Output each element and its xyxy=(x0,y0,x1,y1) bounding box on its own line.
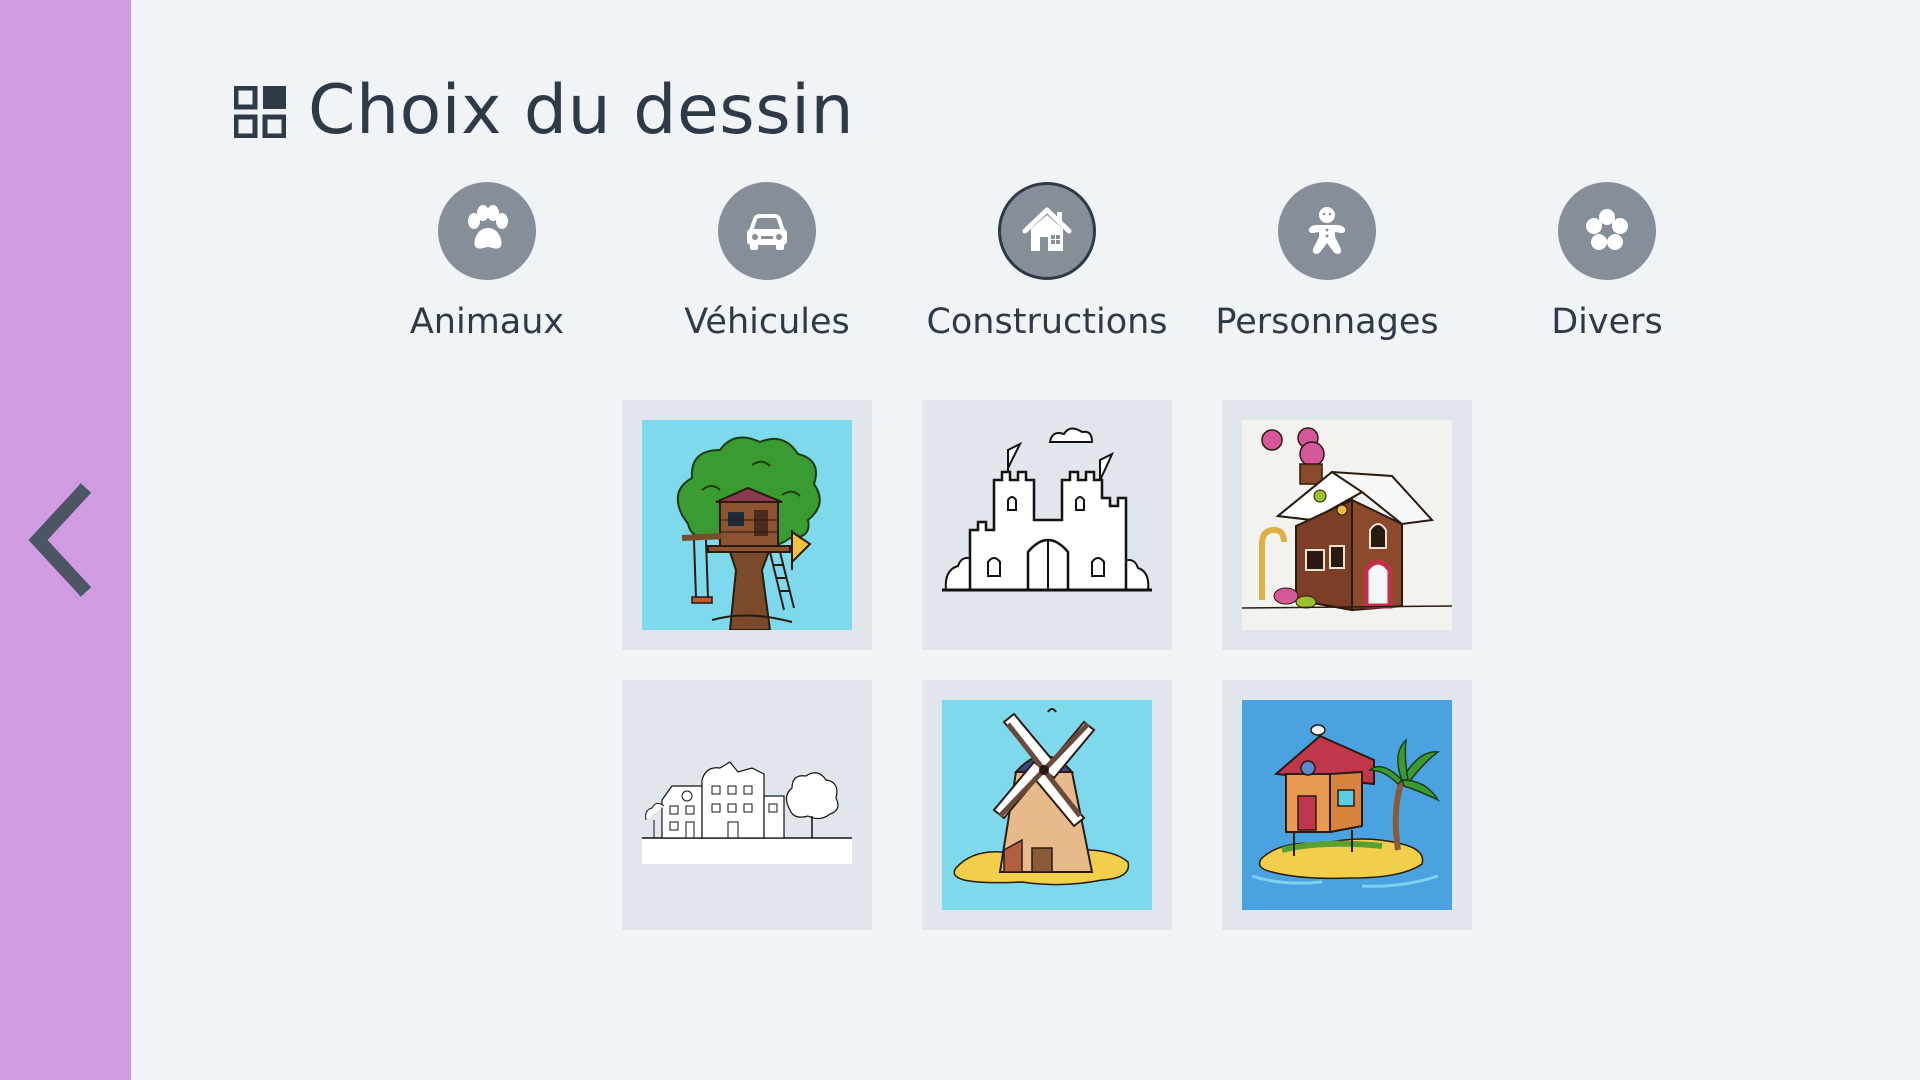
grid-view-icon xyxy=(234,86,286,138)
category-label: Animaux xyxy=(409,302,565,342)
castle-thumbnail xyxy=(942,420,1152,630)
drawing-tile-castle[interactable] xyxy=(922,400,1172,650)
gingerbread-man-icon xyxy=(1308,207,1346,254)
drawing-tile-island-house[interactable] xyxy=(1222,680,1472,930)
drawing-tile-gingerbread-house[interactable] xyxy=(1222,400,1472,650)
category-label: Véhicules xyxy=(684,302,850,342)
category-label: Constructions xyxy=(926,302,1168,342)
category-animaux[interactable]: Animaux xyxy=(357,182,617,342)
drawing-tile-townhouses[interactable] xyxy=(622,680,872,930)
category-icon-circle xyxy=(718,182,816,280)
townhouses-thumbnail xyxy=(642,700,852,910)
category-divers[interactable]: Divers xyxy=(1477,182,1737,342)
drawing-grid xyxy=(622,400,1472,930)
treehouse-thumbnail xyxy=(642,420,852,630)
category-bar: Animaux Véhicules Constructions Personna… xyxy=(0,182,1920,352)
sidebar xyxy=(0,0,131,1080)
drawing-tile-windmill[interactable] xyxy=(922,680,1172,930)
category-vehicules[interactable]: Véhicules xyxy=(637,182,897,342)
category-icon-circle xyxy=(1278,182,1376,280)
gingerbread-house-thumbnail xyxy=(1242,420,1452,630)
category-label: Divers xyxy=(1551,302,1663,342)
page-title: Choix du dessin xyxy=(308,70,855,150)
flower-icon xyxy=(1586,209,1628,250)
back-button[interactable] xyxy=(18,480,98,600)
house-icon xyxy=(1022,207,1072,251)
drawing-tile-treehouse[interactable] xyxy=(622,400,872,650)
windmill-thumbnail xyxy=(942,700,1152,910)
category-personnages[interactable]: Personnages xyxy=(1197,182,1457,342)
chevron-left-icon xyxy=(28,483,92,597)
category-icon-circle xyxy=(1558,182,1656,280)
paw-icon xyxy=(468,205,508,249)
page-header: Choix du dessin xyxy=(234,62,854,158)
category-constructions[interactable]: Constructions xyxy=(917,182,1177,342)
category-icon-circle xyxy=(438,182,536,280)
category-icon-circle xyxy=(998,182,1096,280)
car-icon xyxy=(747,214,787,250)
category-label: Personnages xyxy=(1215,302,1439,342)
island-house-thumbnail xyxy=(1242,700,1452,910)
